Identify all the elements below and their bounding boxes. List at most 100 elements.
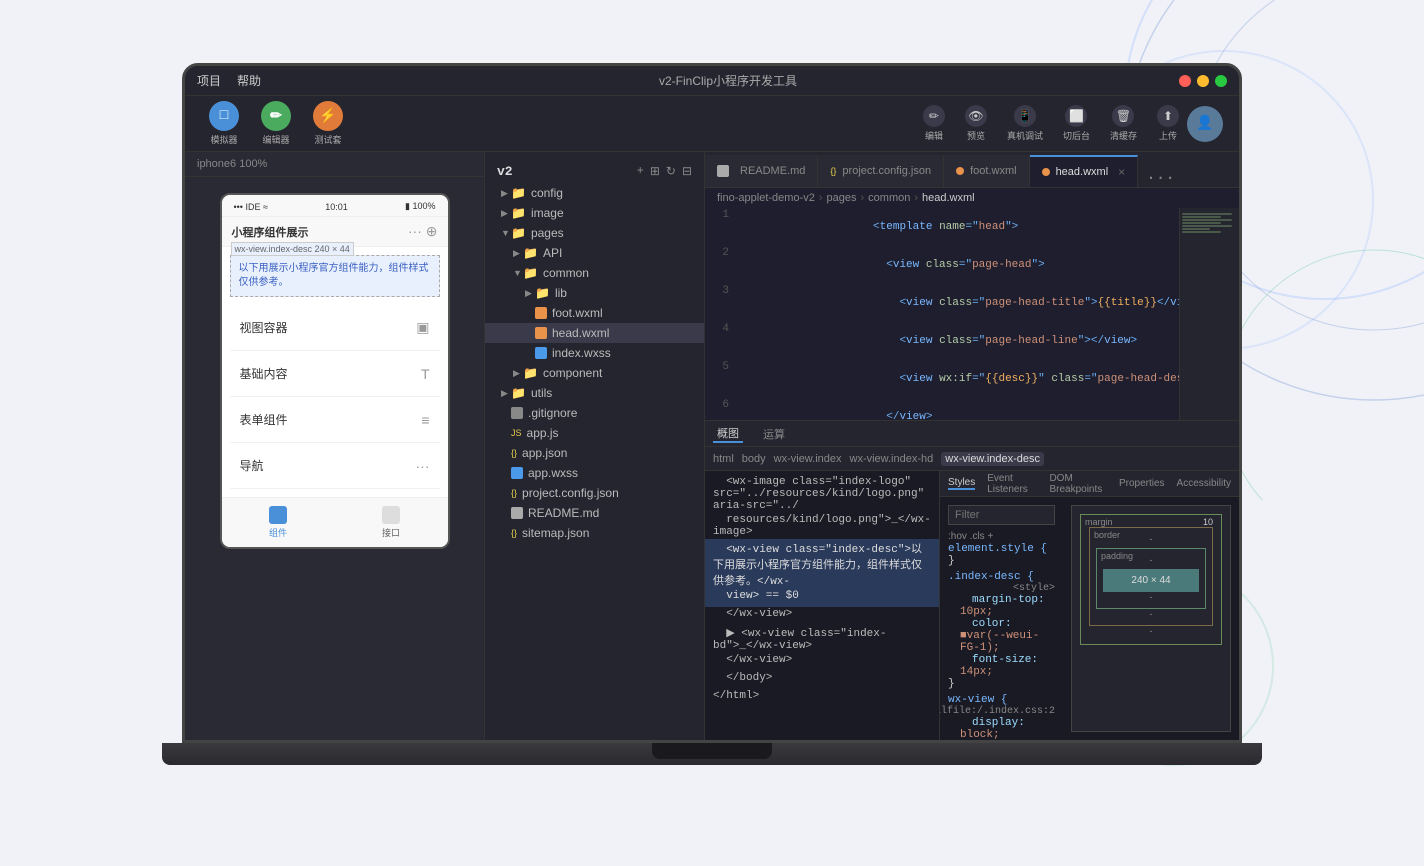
- phone-app-title: 小程序组件展示: [232, 224, 309, 240]
- phone-time: 10:01: [325, 202, 348, 212]
- tree-item-foot-wxml[interactable]: ▶ foot.wxml: [485, 303, 704, 323]
- menu-project[interactable]: 项目: [197, 72, 221, 89]
- tree-item-readme[interactable]: ▶ README.md: [485, 503, 704, 523]
- tree-item-component[interactable]: ▶ 📁 component: [485, 363, 704, 383]
- phone-nav-basic-content[interactable]: 基础内容 T: [230, 351, 440, 397]
- toolbar-editor-btn[interactable]: ✏ 编辑器: [253, 97, 299, 150]
- rule-selector-wx-view: wx-view { localfile:/.index.css:2: [948, 694, 1055, 706]
- padding-bottom-val: -: [1103, 592, 1199, 602]
- toolbar-test-btn[interactable]: ⚡ 测试套: [305, 97, 351, 150]
- tab-overflow-menu[interactable]: ···: [1138, 169, 1183, 187]
- toolbar: □ 模拟器 ✏ 编辑器 ⚡ 测试套: [185, 96, 1239, 152]
- bottom-tab-overview[interactable]: 概图: [713, 425, 743, 443]
- folder-icon-lib: 📁: [535, 286, 550, 300]
- nav-label-basic-content: 基础内容: [240, 365, 288, 382]
- tree-item-project-config[interactable]: ▶ {} project.config.json: [485, 483, 704, 503]
- line-content-3: <view class="page-head-title">{{title}}<…: [741, 285, 1179, 321]
- tree-refresh-icon[interactable]: ↻: [666, 164, 676, 179]
- toolbar-preview-action[interactable]: 👁 预览: [965, 105, 987, 142]
- styles-tab-styles[interactable]: Styles: [948, 477, 975, 490]
- box-margin: margin 10 border - padding: [1080, 514, 1222, 645]
- toolbar-clear-cache-action[interactable]: 🗑 清缓存: [1110, 105, 1137, 142]
- tree-label-utils: utils: [531, 386, 552, 400]
- tab-readme[interactable]: README.md: [705, 155, 818, 187]
- tree-arrow-image: ▶: [501, 208, 511, 219]
- phone-nav-view-container[interactable]: 视图容器 ▣: [230, 305, 440, 351]
- tree-arrow-utils: ▶: [501, 388, 511, 399]
- tree-item-image[interactable]: ▶ 📁 image: [485, 203, 704, 223]
- bottom-tab-compute[interactable]: 运算: [759, 426, 789, 442]
- tree-item-utils[interactable]: ▶ 📁 utils: [485, 383, 704, 403]
- tree-item-app-js[interactable]: ▶ JS app.js: [485, 423, 704, 443]
- bottom-line-2: resources/kind/logo.png">_</wx-image>: [705, 513, 939, 539]
- window-title: v2-FinClip小程序开发工具: [277, 72, 1179, 89]
- rule-prop-font-size: font-size: 14px;: [948, 654, 1055, 678]
- styles-filter-input[interactable]: [948, 505, 1055, 525]
- folder-icon-config: 📁: [511, 186, 526, 200]
- phone-nav-navigation[interactable]: 导航 ···: [230, 443, 440, 489]
- phone-tab-component[interactable]: 组件: [222, 506, 335, 539]
- file-icon-gitignore: [511, 407, 523, 419]
- tree-item-api[interactable]: ▶ 📁 API: [485, 243, 704, 263]
- window-minimize-btn[interactable]: [1197, 75, 1209, 87]
- json-icon-app-json: {}: [511, 448, 517, 458]
- elem-body[interactable]: body: [742, 453, 766, 465]
- ide-container: 项目 帮助 v2-FinClip小程序开发工具 □ 模拟器: [185, 66, 1239, 740]
- minimap-line-5: [1182, 225, 1232, 227]
- toolbar-background-action[interactable]: ⬜ 切后台: [1063, 105, 1090, 142]
- toolbar-upload-action[interactable]: ⬆ 上传: [1157, 105, 1179, 142]
- tree-item-sitemap[interactable]: ▶ {} sitemap.json: [485, 523, 704, 543]
- tree-item-app-wxss[interactable]: ▶ app.wxss: [485, 463, 704, 483]
- folder-icon-pages: 📁: [511, 226, 526, 240]
- component-tab-label: 组件: [269, 526, 287, 539]
- tree-item-head-wxml[interactable]: ▶ head.wxml: [485, 323, 704, 343]
- user-avatar[interactable]: 👤: [1187, 106, 1223, 142]
- code-main-editor[interactable]: 1 <template name="head"> 2 <view class="…: [705, 208, 1179, 420]
- tree-arrow-pages: ▼: [501, 228, 511, 238]
- styles-tab-properties[interactable]: Properties: [1119, 478, 1165, 489]
- laptop-screen: 项目 帮助 v2-FinClip小程序开发工具 □ 模拟器: [185, 66, 1239, 740]
- tree-new-file-icon[interactable]: +: [637, 164, 644, 179]
- menu-help[interactable]: 帮助: [237, 72, 261, 89]
- breadcrumb-sep-0: ›: [819, 192, 823, 204]
- styles-tab-dom-breakpoints[interactable]: DOM Breakpoints: [1049, 473, 1107, 495]
- tab-head-wxml[interactable]: head.wxml ×: [1030, 155, 1139, 187]
- tree-item-lib[interactable]: ▶ 📁 lib: [485, 283, 704, 303]
- tree-item-config[interactable]: ▶ 📁 config: [485, 183, 704, 203]
- tree-collapse-icon[interactable]: ⊟: [682, 164, 692, 179]
- toolbar-edit-action[interactable]: ✏ 编辑: [923, 105, 945, 142]
- tree-new-folder-icon[interactable]: ⊞: [650, 164, 660, 179]
- margin-value: 10: [1203, 517, 1213, 527]
- tree-item-gitignore[interactable]: ▶ .gitignore: [485, 403, 704, 423]
- phone-nav-form[interactable]: 表单组件 ≡: [230, 397, 440, 443]
- padding-label: padding: [1101, 551, 1133, 561]
- toolbar-simulator-btn[interactable]: □ 模拟器: [201, 97, 247, 150]
- elem-wx-view-index-hd[interactable]: wx-view.index-hd: [850, 453, 934, 465]
- laptop-container: 项目 帮助 v2-FinClip小程序开发工具 □ 模拟器: [182, 63, 1242, 803]
- bottom-line-1: <wx-image class="index-logo" src="../res…: [705, 475, 939, 513]
- styles-tab-accessibility[interactable]: Accessibility: [1177, 478, 1231, 489]
- window-close-btn[interactable]: [1179, 75, 1191, 87]
- tree-item-common[interactable]: ▼ 📁 common: [485, 263, 704, 283]
- nav-label-form: 表单组件: [240, 411, 288, 428]
- phone-tab-interface[interactable]: 接口: [335, 506, 448, 539]
- tree-item-pages[interactable]: ▼ 📁 pages: [485, 223, 704, 243]
- line-content-2: <view class="page-head">: [741, 247, 1179, 283]
- tree-item-index-wxss[interactable]: ▶ index.wxss: [485, 343, 704, 363]
- tab-foot-wxml[interactable]: foot.wxml: [944, 155, 1029, 187]
- styles-tabs: Styles Event Listeners DOM Breakpoints P…: [940, 471, 1239, 497]
- tree-item-app-json[interactable]: ▶ {} app.json: [485, 443, 704, 463]
- tab-close-head-wxml[interactable]: ×: [1118, 165, 1125, 179]
- styles-tab-event-listeners[interactable]: Event Listeners: [987, 473, 1037, 495]
- elem-html[interactable]: html: [713, 453, 734, 465]
- elem-wx-view-index[interactable]: wx-view.index: [774, 453, 842, 465]
- toolbar-device-debug-action[interactable]: 📱 真机调试: [1007, 105, 1043, 142]
- window-controls: [1179, 75, 1227, 87]
- elem-wx-view-index-desc[interactable]: wx-view.index-desc: [941, 452, 1044, 466]
- rule-close-brace-element: }: [948, 555, 1055, 567]
- rule-selector-index-desc: .index-desc { <style>: [948, 571, 1055, 583]
- tab-project-config[interactable]: {} project.config.json: [818, 155, 944, 187]
- bottom-panel-tabs: 概图 运算: [705, 421, 1239, 447]
- window-maximize-btn[interactable]: [1215, 75, 1227, 87]
- breadcrumb-part-0: fino-applet-demo-v2: [717, 192, 815, 204]
